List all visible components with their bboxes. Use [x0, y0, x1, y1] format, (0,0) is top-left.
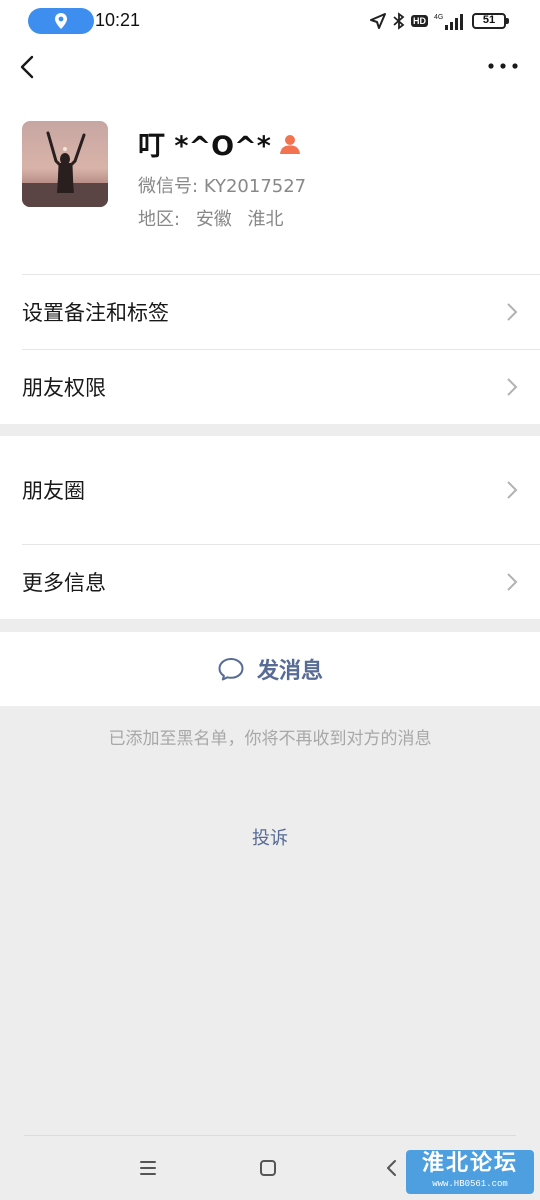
more-icon[interactable] [486, 56, 520, 76]
complain-link[interactable]: 投诉 [0, 824, 540, 850]
bluetooth-icon [393, 12, 405, 30]
chat-bubble-icon [218, 658, 244, 681]
friend-permissions-item[interactable]: 朋友权限 [0, 349, 540, 424]
contact-name-text: 叮 *^O^* [138, 131, 271, 162]
watermark-url: www.HB0561.com [432, 1179, 508, 1189]
menu-icon[interactable] [136, 1156, 160, 1180]
avatar[interactable] [22, 121, 108, 207]
friend-permissions-label: 朋友权限 [22, 375, 106, 400]
contact-name: 叮 *^O^* [138, 124, 301, 163]
watermark: 淮北论坛 www.HB0561.com [406, 1150, 534, 1194]
more-info-label: 更多信息 [22, 570, 106, 595]
status-bar: 10:21 HD 4G 51 [0, 0, 540, 44]
home-icon[interactable] [256, 1156, 280, 1180]
battery-level: 51 [482, 14, 496, 26]
status-icons: HD 4G 51 [369, 10, 509, 32]
hd-badge: HD [411, 15, 428, 27]
blacklist-notice: 已添加至黑名单，你将不再收到对方的消息 [108, 729, 432, 749]
chevron-right-icon [507, 572, 518, 591]
chevron-right-icon [507, 302, 518, 321]
send-message-button[interactable]: 发消息 [0, 632, 540, 706]
region: 地区: 安徽 淮北 [138, 205, 284, 231]
battery-icon: 51 [472, 13, 509, 29]
info-group: 朋友圈 更多信息 [0, 436, 540, 619]
chevron-right-icon [507, 377, 518, 396]
set-remark-tags-item[interactable]: 设置备注和标签 [0, 274, 540, 349]
chevron-right-icon [507, 481, 518, 499]
back-icon[interactable] [14, 52, 44, 82]
network-type: 4G [434, 14, 443, 21]
moments-label: 朋友圈 [22, 479, 85, 503]
region-city: 淮北 [247, 209, 284, 230]
watermark-title: 淮北论坛 [421, 1151, 518, 1176]
region-label: 地区: [138, 209, 181, 230]
region-province: 安徽 [195, 209, 232, 230]
signal-icon: 4G [434, 14, 463, 30]
set-remark-tags-label: 设置备注和标签 [22, 300, 169, 325]
status-time: 10:21 [95, 10, 141, 30]
moments-item[interactable]: 朋友圈 [0, 436, 540, 544]
nav-bar [0, 44, 540, 94]
navigation-arrow-icon [370, 13, 386, 29]
location-icon [55, 13, 67, 29]
more-info-item[interactable]: 更多信息 [0, 544, 540, 619]
wechat-id-label: 微信号: [138, 176, 199, 197]
profile-header: 叮 *^O^* 微信号: KY2017527 地区: 安徽 淮北 [0, 94, 540, 274]
send-message-label: 发消息 [256, 659, 323, 684]
location-pill[interactable] [28, 8, 94, 34]
back-triangle-icon[interactable] [380, 1156, 404, 1180]
settings-group: 设置备注和标签 朋友权限 [0, 274, 540, 424]
person-icon [279, 134, 300, 154]
wechat-id: 微信号: KY2017527 [138, 172, 306, 198]
wechat-id-value: KY2017527 [203, 176, 307, 197]
